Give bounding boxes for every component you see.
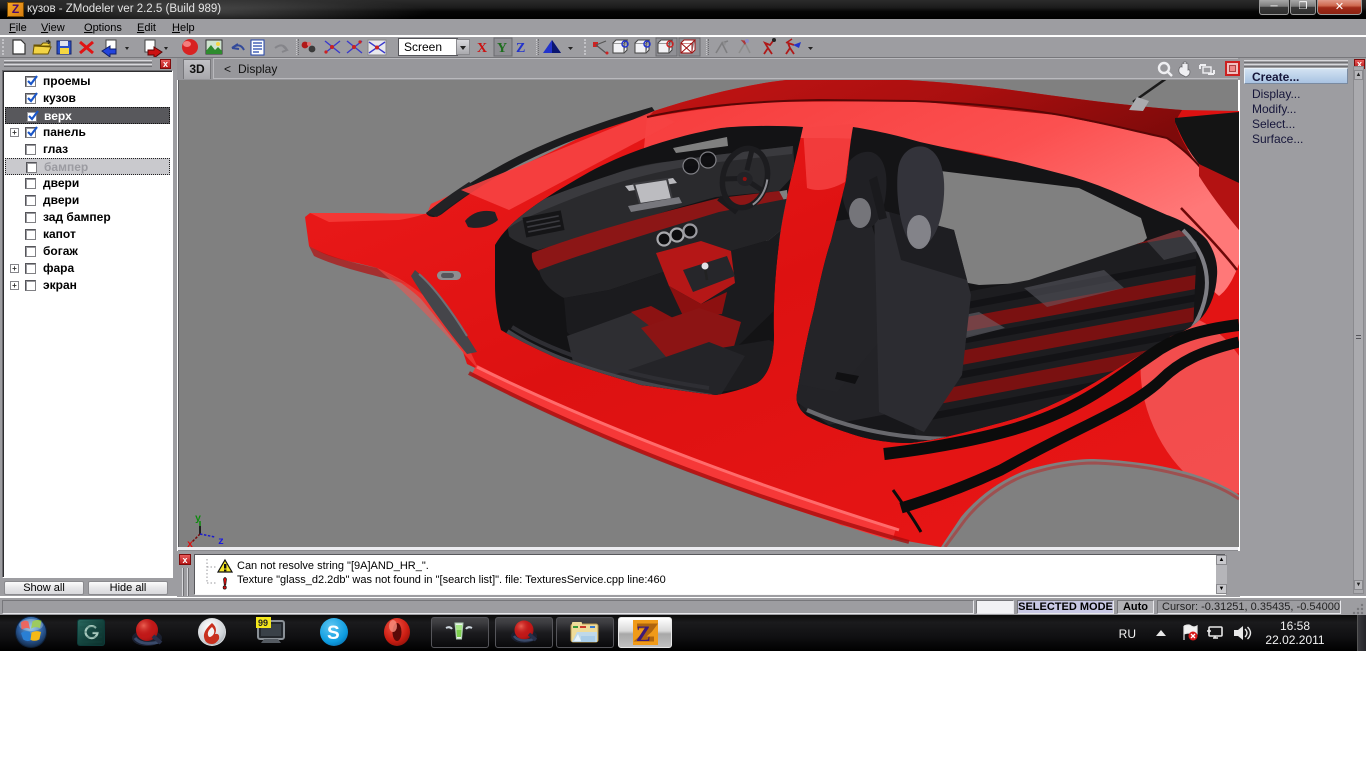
svg-text:y: y — [195, 514, 201, 525]
svg-text:Z: Z — [636, 621, 651, 646]
svg-text:Y: Y — [497, 41, 507, 56]
svg-text:z: z — [218, 537, 224, 547]
svg-text:x: x — [187, 540, 193, 547]
svg-text:99: 99 — [258, 618, 268, 628]
svg-text:Z: Z — [516, 41, 525, 56]
svg-text:S: S — [327, 623, 340, 644]
svg-text:X: X — [477, 41, 487, 56]
